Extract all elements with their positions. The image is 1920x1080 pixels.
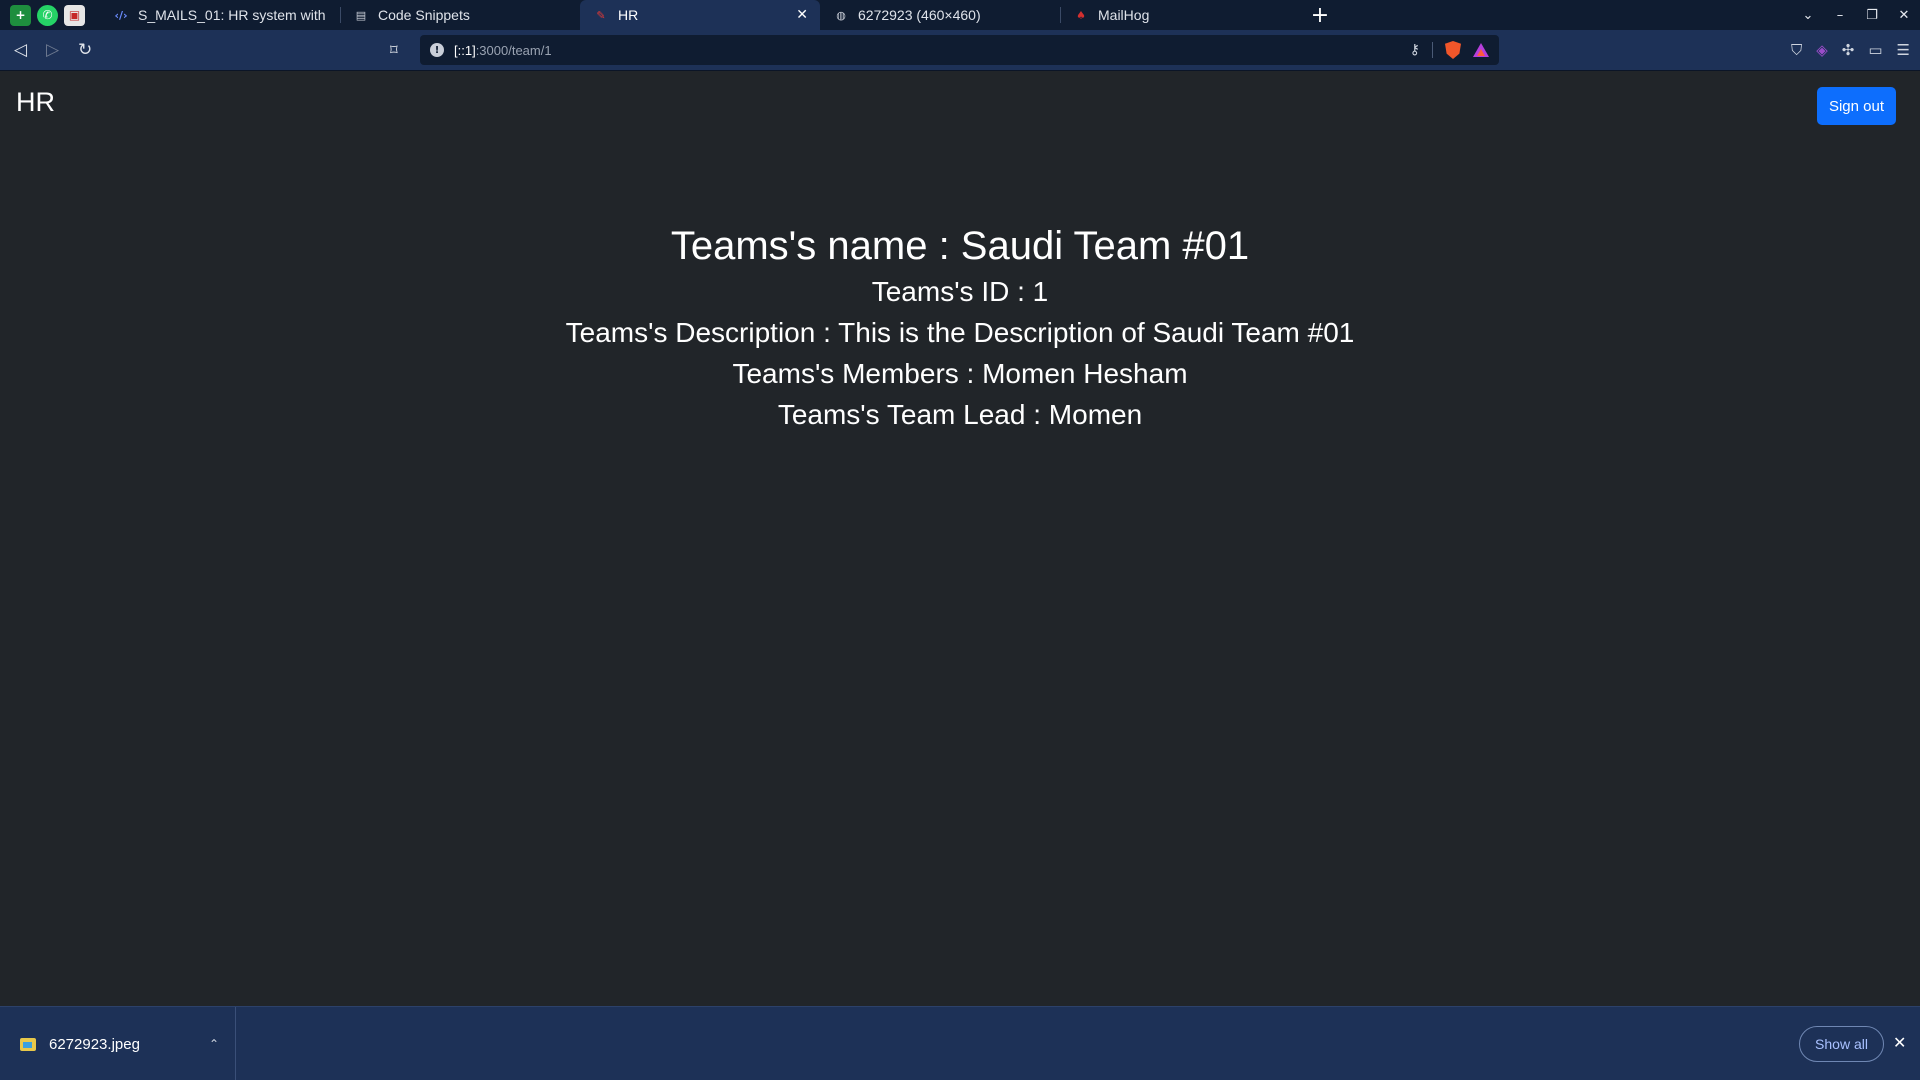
address-actions: ⚷ bbox=[1410, 41, 1489, 59]
team-name: Teams's name : Saudi Team #01 bbox=[670, 224, 1250, 268]
tab-title: 6272923 (460×460) bbox=[858, 7, 981, 23]
menu-icon[interactable]: ☰ bbox=[1897, 41, 1910, 59]
whatsapp-icon[interactable]: ✆ bbox=[37, 4, 58, 26]
image-file-icon bbox=[20, 1037, 36, 1051]
chevron-up-icon[interactable]: ⌃ bbox=[209, 1037, 219, 1051]
wallet-icon[interactable]: ▭ bbox=[1868, 41, 1882, 59]
sign-out-button[interactable]: Sign out bbox=[1817, 87, 1896, 125]
brave-rewards-icon[interactable] bbox=[1473, 43, 1489, 57]
tab-hr[interactable]: ✎ HR ✕ bbox=[580, 0, 820, 30]
page-content: HR Sign out Teams's name : Saudi Team #0… bbox=[0, 71, 1920, 1006]
tab-code-snippets[interactable]: ▤ Code Snippets bbox=[340, 0, 580, 30]
team-lead: Teams's Team Lead : Momen bbox=[777, 399, 1143, 430]
minimize-icon[interactable]: – bbox=[1824, 8, 1856, 23]
close-tab-icon[interactable]: ✕ bbox=[796, 7, 808, 23]
site-info-icon[interactable]: ! bbox=[430, 43, 444, 57]
download-file-name: 6272923.jpeg bbox=[49, 1035, 140, 1053]
snippets-icon: ▤ bbox=[355, 8, 367, 22]
sheets-icon[interactable]: + bbox=[10, 4, 31, 26]
reload-icon[interactable]: ↻ bbox=[78, 30, 92, 70]
close-icon[interactable]: ✕ bbox=[1893, 1033, 1906, 1052]
tab-strip: + ✆ ▣ ‹/› S_MAILS_01: HR system with m ▤… bbox=[0, 0, 1920, 30]
tab-title: Code Snippets bbox=[378, 7, 470, 23]
address-bar[interactable]: ! [::1]:3000/team/1 ⚷ bbox=[420, 35, 1499, 65]
team-description: Teams's Description : This is the Descri… bbox=[565, 317, 1355, 348]
restore-icon[interactable]: ❐ bbox=[1856, 8, 1888, 23]
team-id: Teams's ID : 1 bbox=[871, 276, 1049, 307]
extension-icon[interactable]: ◈ bbox=[1816, 41, 1828, 59]
pdf-icon[interactable]: ▣ bbox=[64, 4, 85, 26]
show-all-button[interactable]: Show all bbox=[1799, 1026, 1884, 1062]
address-text[interactable]: [::1]:3000/team/1 bbox=[454, 43, 1410, 58]
globe-icon: ◍ bbox=[836, 8, 846, 22]
code-icon: ‹/› bbox=[114, 8, 128, 22]
new-tab-button[interactable]: + bbox=[1300, 0, 1340, 30]
vpn-shield-icon[interactable]: ⛉ bbox=[1791, 41, 1802, 59]
extensions-area: ⛉ ◈ ✣ ▭ ☰ bbox=[1791, 30, 1910, 70]
team-details: Teams's name : Saudi Team #01 Teams's ID… bbox=[0, 221, 1920, 438]
download-item[interactable]: 6272923.jpeg ⌃ bbox=[0, 1007, 236, 1080]
tab-search-icon[interactable]: ⌄ bbox=[1792, 8, 1824, 23]
team-members: Teams's Members : Momen Hesham bbox=[732, 358, 1188, 389]
tab-smails[interactable]: ‹/› S_MAILS_01: HR system with m bbox=[100, 0, 340, 30]
tab-image[interactable]: ◍ 6272923 (460×460) bbox=[820, 0, 1060, 30]
hr-feather-icon: ✎ bbox=[596, 8, 606, 22]
pinned-tabs: + ✆ ▣ bbox=[0, 0, 100, 30]
navbar-brand[interactable]: HR bbox=[16, 87, 55, 118]
browser-toolbar: ◁ ▷ ↻ ⌑ ! [::1]:3000/team/1 ⚷ ⛉ ◈ ✣ ▭ ☰ bbox=[0, 30, 1920, 71]
address-path: :3000/team/1 bbox=[475, 42, 552, 58]
key-icon[interactable]: ⚷ bbox=[1410, 42, 1420, 58]
window-controls: ⌄ – ❐ ✕ bbox=[1792, 0, 1920, 30]
back-icon[interactable]: ◁ bbox=[14, 30, 27, 70]
forward-icon[interactable]: ▷ bbox=[46, 30, 59, 70]
close-window-icon[interactable]: ✕ bbox=[1888, 8, 1920, 23]
address-host: [::1] bbox=[454, 42, 476, 58]
tab-title: MailHog bbox=[1098, 7, 1150, 23]
download-shelf: 6272923.jpeg ⌃ Show all ✕ bbox=[0, 1006, 1920, 1080]
tab-title: HR bbox=[618, 7, 639, 23]
puzzle-icon[interactable]: ✣ bbox=[1842, 41, 1855, 59]
tab-mailhog[interactable]: ♠ MailHog bbox=[1060, 0, 1300, 30]
mailhog-icon: ♠ bbox=[1076, 8, 1086, 22]
brave-shield-icon[interactable] bbox=[1445, 41, 1461, 59]
divider bbox=[1432, 42, 1433, 58]
bookmark-icon[interactable]: ⌑ bbox=[390, 30, 398, 70]
tab-title: S_MAILS_01: HR system with m bbox=[138, 7, 328, 23]
